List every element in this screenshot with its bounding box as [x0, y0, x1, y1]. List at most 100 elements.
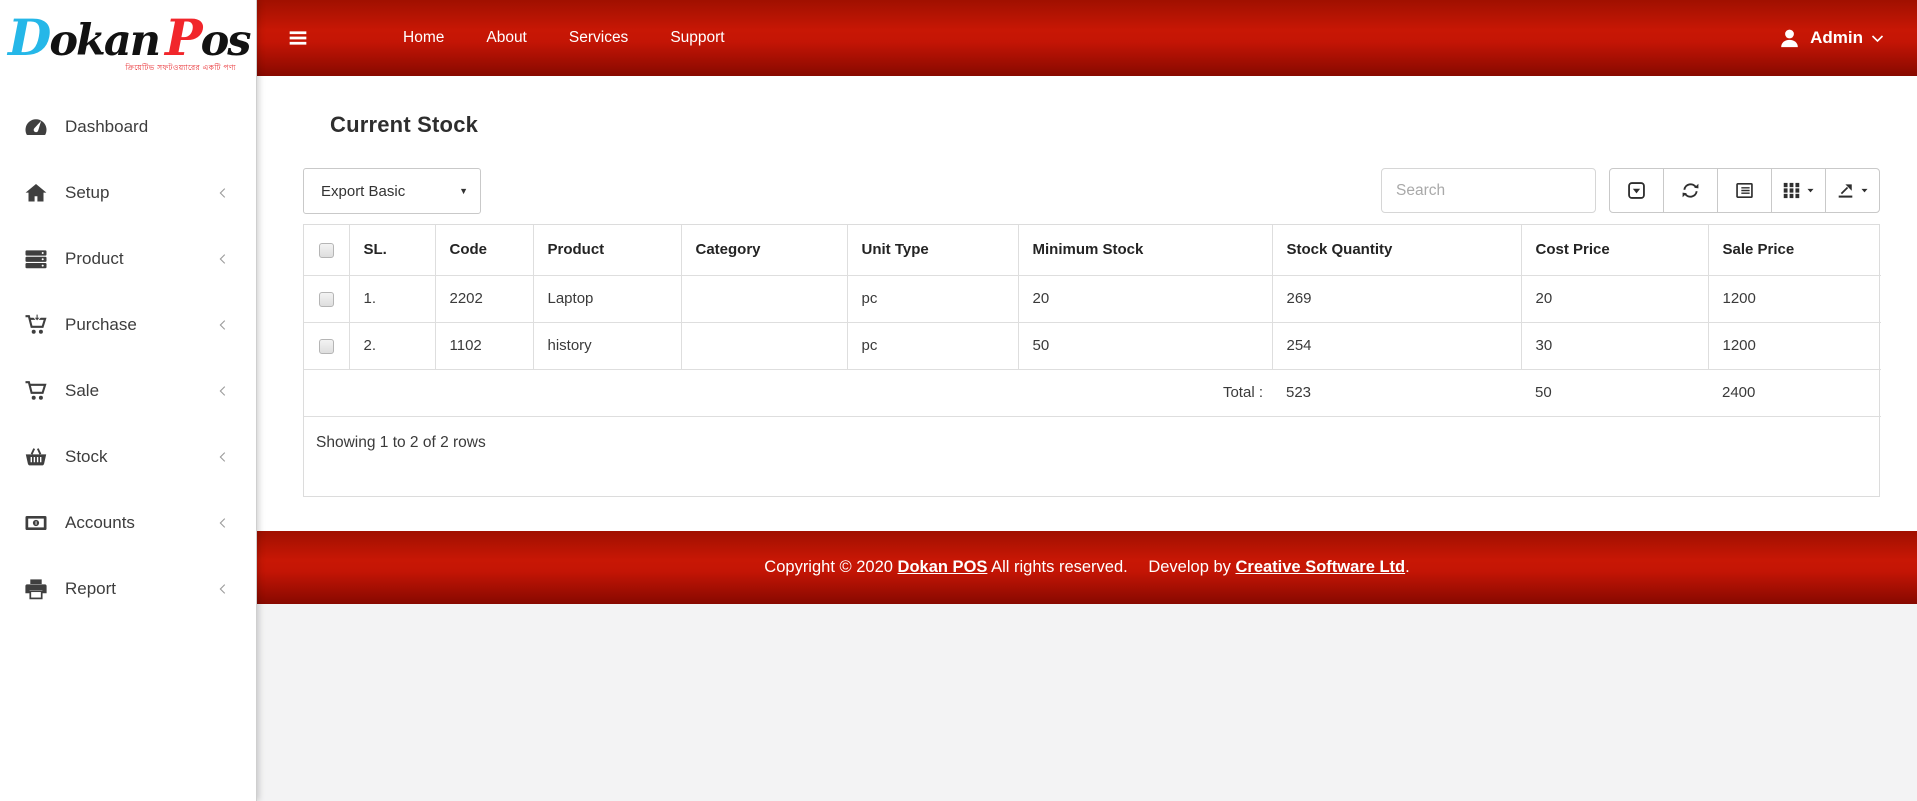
export-type-select-wrap: Export Basic ▼	[303, 168, 481, 214]
page-title: Current Stock	[330, 112, 1880, 138]
app-root: DokanPos ক্রিয়েটিভ সফটওয়্যারের একটি পণ…	[0, 0, 1917, 801]
table-row[interactable]: 1.2202Laptoppc20269201200	[304, 275, 1881, 322]
footer-copyright: Copyright © 2020	[764, 558, 893, 576]
nav-link-support[interactable]: Support	[670, 29, 724, 47]
nav-link-home[interactable]: Home	[403, 29, 444, 47]
export-type-select[interactable]: Export Basic	[303, 168, 481, 214]
export-button[interactable]	[1825, 168, 1880, 213]
sidebar-item-label: Product	[65, 249, 124, 269]
stock-table-container: SL.CodeProductCategoryUnit TypeMinimum S…	[303, 224, 1880, 497]
sidebar-item-label: Report	[65, 579, 116, 599]
cart-arrow-down-icon	[24, 313, 48, 337]
main-column: Home About Services Support Admin Current S…	[257, 0, 1917, 801]
sidebar-item-label: Accounts	[65, 513, 135, 533]
shopping-cart-icon	[24, 379, 48, 403]
sidebar-item-dashboard[interactable]: Dashboard	[0, 94, 256, 160]
cell-category	[681, 322, 847, 369]
sidebar-item-label: Dashboard	[65, 117, 148, 137]
menu-toggle-icon[interactable]	[288, 28, 311, 48]
sidebar-item-label: Sale	[65, 381, 99, 401]
app-logo[interactable]: DokanPos ক্রিয়েটিভ সফটওয়্যারের একটি পণ…	[0, 0, 256, 82]
column-header-sl-: SL.	[349, 225, 435, 275]
row-checkbox[interactable]	[319, 339, 334, 354]
table-total-row: Total :523502400	[304, 369, 1881, 416]
footer-brand-link[interactable]: Dokan POS	[898, 558, 988, 576]
nav-link-about[interactable]: About	[486, 29, 527, 47]
sidebar-item-purchase[interactable]: Purchase	[0, 292, 256, 358]
refresh-button[interactable]	[1663, 168, 1718, 213]
sidebar-item-report[interactable]: Report	[0, 556, 256, 622]
basket-icon	[24, 445, 48, 469]
footer: Copyright © 2020 Dokan POS All rights re…	[257, 531, 1917, 604]
sidebar-item-product[interactable]: Product	[0, 226, 256, 292]
footer-developer-link[interactable]: Creative Software Ltd	[1235, 558, 1405, 576]
content-area: Current Stock Export Basic ▼	[257, 76, 1917, 531]
refresh-icon	[1681, 181, 1700, 200]
footer-period: .	[1405, 558, 1410, 576]
money-bill-icon	[24, 511, 48, 535]
sidebar-item-setup[interactable]: Setup	[0, 160, 256, 226]
table-header-row: SL.CodeProductCategoryUnit TypeMinimum S…	[304, 225, 1881, 275]
admin-menu[interactable]: Admin	[1778, 27, 1885, 50]
angle-left-icon	[216, 582, 230, 596]
logo-letter-d: D	[8, 8, 49, 67]
column-header-cost-price: Cost Price	[1521, 225, 1708, 275]
caret-square-down-icon	[1627, 181, 1646, 200]
sidebar-item-label: Setup	[65, 183, 109, 203]
angle-left-icon	[216, 318, 230, 332]
cell-minimum_stock: 20	[1018, 275, 1272, 322]
pagination-switch-button[interactable]	[1609, 168, 1664, 213]
logo-okan: okan	[49, 16, 159, 66]
admin-label: Admin	[1810, 28, 1863, 48]
sidebar-item-stock[interactable]: Stock	[0, 424, 256, 490]
cell-unit_type: pc	[847, 322, 1018, 369]
caret-down-icon	[1806, 186, 1815, 195]
cell-code: 2202	[435, 275, 533, 322]
sidebar-item-label: Purchase	[65, 315, 137, 335]
stock-table: SL.CodeProductCategoryUnit TypeMinimum S…	[304, 225, 1881, 417]
column-header-category: Category	[681, 225, 847, 275]
cell-sale_price: 1200	[1708, 275, 1881, 322]
cell-cost_price: 20	[1521, 275, 1708, 322]
cell-code: 1102	[435, 322, 533, 369]
header-checkbox-cell	[304, 225, 349, 275]
select-all-checkbox[interactable]	[319, 243, 334, 258]
search-input[interactable]	[1381, 168, 1596, 213]
navbar-links: Home About Services Support	[403, 29, 725, 47]
column-header-minimum-stock: Minimum Stock	[1018, 225, 1272, 275]
printer-icon	[24, 577, 48, 601]
toolbar-button-group	[1609, 168, 1880, 213]
page-background	[257, 604, 1917, 801]
sidebar-item-sale[interactable]: Sale	[0, 358, 256, 424]
chevron-down-icon	[1870, 31, 1885, 46]
column-header-unit-type: Unit Type	[847, 225, 1018, 275]
column-header-product: Product	[533, 225, 681, 275]
cell-category	[681, 275, 847, 322]
column-header-stock-quantity: Stock Quantity	[1272, 225, 1521, 275]
cell-stock_quantity: 269	[1272, 275, 1521, 322]
sidebar: DokanPos ক্রিয়েটিভ সফটওয়্যারের একটি পণ…	[0, 0, 257, 801]
footer-develop-by: Develop by	[1148, 558, 1231, 576]
row-checkbox-cell	[304, 275, 349, 322]
angle-left-icon	[216, 384, 230, 398]
cell-product: history	[533, 322, 681, 369]
nav-link-services[interactable]: Services	[569, 29, 628, 47]
total-stock-quantity: 523	[1272, 369, 1521, 416]
logo-text: DokanPos	[8, 12, 246, 65]
column-header-code: Code	[435, 225, 533, 275]
toggle-view-button[interactable]	[1717, 168, 1772, 213]
cell-unit_type: pc	[847, 275, 1018, 322]
cell-product: Laptop	[533, 275, 681, 322]
cell-sl: 1.	[349, 275, 435, 322]
columns-button[interactable]	[1771, 168, 1826, 213]
table-row[interactable]: 2.1102historypc50254301200	[304, 322, 1881, 369]
footer-rights: All rights reserved.	[991, 558, 1128, 576]
row-checkbox-cell	[304, 322, 349, 369]
sidebar-item-accounts[interactable]: Accounts	[0, 490, 256, 556]
cell-sl: 2.	[349, 322, 435, 369]
logo-os: os	[201, 16, 250, 66]
toolbar-right	[1381, 168, 1880, 213]
total-sale-price: 2400	[1708, 369, 1881, 416]
row-checkbox[interactable]	[319, 292, 334, 307]
table-toolbar: Export Basic ▼	[303, 168, 1880, 214]
